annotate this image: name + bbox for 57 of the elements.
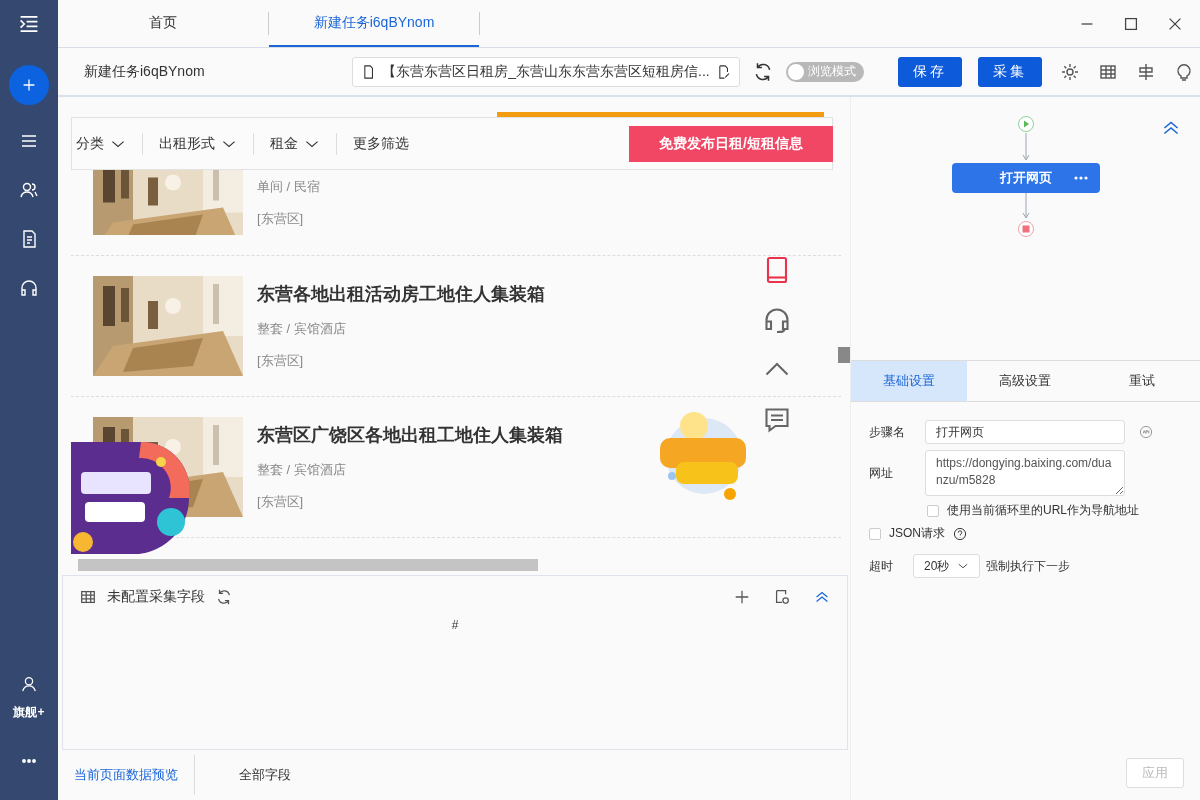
listing-district: [东营区] bbox=[257, 210, 305, 228]
listing-title[interactable]: 东营各地出租活动房工地住人集装箱 bbox=[257, 282, 545, 306]
scrollbar-thumb[interactable] bbox=[78, 559, 538, 571]
timeout-hint: 强制执行下一步 bbox=[986, 557, 1071, 575]
tab[interactable]: 当前页面数据预览 bbox=[58, 755, 194, 795]
tab[interactable]: 重试 bbox=[1083, 361, 1200, 401]
listing-district: [东营区] bbox=[257, 352, 305, 370]
checkbox[interactable] bbox=[869, 527, 881, 540]
filter-dropdown[interactable]: 出租形式 bbox=[155, 134, 253, 153]
flow-step[interactable]: 打开网页 bbox=[951, 163, 1100, 193]
help-icon[interactable] bbox=[953, 526, 967, 541]
field-label: 超时 bbox=[869, 557, 894, 575]
listing-type: 整套 / 宾馆酒店 bbox=[257, 461, 347, 479]
url-field[interactable]: https://dongying.baixing.com/duanzu/m5828 bbox=[925, 450, 1125, 496]
filter-dropdown[interactable]: 更多筛选 bbox=[349, 134, 425, 153]
column-header: # bbox=[451, 618, 459, 632]
users-icon[interactable] bbox=[19, 180, 39, 200]
listing-district: [东营区] bbox=[257, 493, 305, 511]
headset-icon[interactable] bbox=[19, 278, 39, 298]
user-icon[interactable] bbox=[20, 675, 38, 693]
task-name: 新建任务i6qBYnom bbox=[84, 62, 206, 81]
filter-dropdown[interactable]: 租金 bbox=[266, 134, 336, 153]
field-label: 步骤名 bbox=[869, 423, 906, 441]
add-button[interactable] bbox=[9, 65, 49, 105]
filter-dropdown[interactable]: 分类 bbox=[72, 134, 142, 153]
toolbar-button[interactable]: 采集 bbox=[978, 56, 1042, 87]
layout-icon[interactable] bbox=[1136, 61, 1156, 82]
field-label: 网址 bbox=[869, 464, 894, 482]
checkbox[interactable] bbox=[927, 504, 939, 517]
tab[interactable]: 新建任务i6qBYnom bbox=[269, 0, 479, 47]
refresh-icon[interactable] bbox=[215, 588, 233, 606]
plus-icon[interactable] bbox=[733, 588, 751, 606]
publish-button[interactable]: 免费发布日租/短租信息 bbox=[629, 125, 833, 162]
lightbulb-icon[interactable] bbox=[1174, 61, 1194, 82]
headset-icon[interactable] bbox=[762, 305, 792, 335]
checkbox-label: JSON请求 bbox=[889, 525, 945, 542]
start-node-drawing[interactable] bbox=[1016, 115, 1035, 163]
listing-type: 单间 / 民宿 bbox=[257, 178, 320, 196]
scrollbar-thumb[interactable] bbox=[838, 347, 850, 363]
toolbar-button[interactable]: 保存 bbox=[898, 56, 962, 87]
table-icon[interactable] bbox=[79, 588, 97, 606]
tab[interactable]: 高级设置 bbox=[967, 361, 1084, 401]
url-field[interactable]: 【东营东营区日租房_东营山东东营东营区短租房信... bbox=[352, 56, 740, 87]
tab[interactable]: 基础设置 bbox=[851, 361, 968, 401]
timeout-dropdown[interactable]: 20秒 bbox=[913, 554, 981, 578]
listing-title[interactable]: 东营区广饶区各地出租工地住人集装箱 bbox=[257, 423, 563, 447]
checkbox-label: 使用当前循环里的URL作为导航地址 bbox=[947, 502, 1139, 519]
more-icon[interactable] bbox=[1073, 176, 1088, 180]
plan-label: 旗舰+ bbox=[13, 704, 45, 721]
field-settings-icon[interactable] bbox=[773, 588, 791, 606]
panel-title: 未配置采集字段 bbox=[107, 588, 205, 606]
chat-icon[interactable] bbox=[762, 405, 792, 435]
step-name-field[interactable]: 打开网页 bbox=[925, 420, 1125, 444]
tab[interactable]: 全部字段 bbox=[223, 755, 307, 795]
api-icon[interactable] bbox=[1139, 425, 1153, 439]
tab[interactable]: 首页 bbox=[58, 0, 268, 47]
listing-type: 整套 / 宾馆酒店 bbox=[257, 320, 347, 338]
